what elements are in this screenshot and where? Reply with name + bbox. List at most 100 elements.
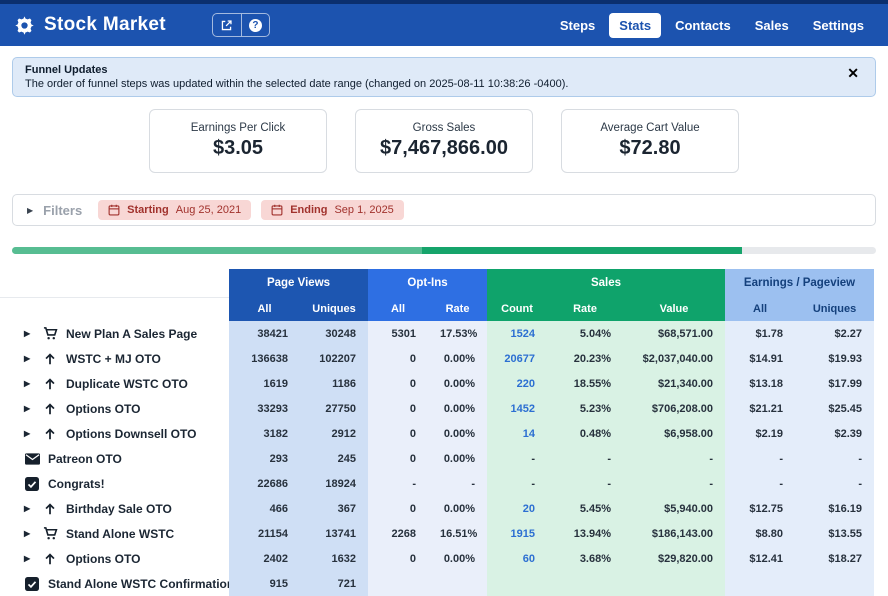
sales-count-link[interactable]: 1524	[487, 321, 548, 346]
sales-count-link[interactable]: 20677	[487, 346, 548, 371]
col-header-pv-uniques: Uniques	[300, 297, 369, 321]
alert-title: Funnel Updates	[25, 64, 108, 76]
chevron-right-icon[interactable]: ▶	[27, 206, 33, 215]
expand-chevron-icon[interactable]: ▶	[24, 329, 34, 338]
funnel-stats-table: Page Views Opt-Ins Sales Earnings / Page…	[0, 269, 875, 596]
funnel-step-cell[interactable]: ▶ WSTC + MJ OTO	[0, 346, 229, 371]
col-header-earn-uniques: Uniques	[795, 297, 875, 321]
earn-all-cell: $2.19	[725, 421, 796, 446]
col-header-opt-all: All	[368, 297, 429, 321]
nav-steps[interactable]: Steps	[550, 13, 605, 38]
group-header-page-views: Page Views	[229, 269, 369, 297]
sales-value-cell: -	[623, 446, 726, 471]
earn-all-cell: $13.18	[725, 371, 796, 396]
opt-all-cell: 2268	[368, 521, 429, 546]
expand-chevron-icon[interactable]: ▶	[24, 529, 34, 538]
arrow-up-icon	[42, 426, 58, 442]
earn-all-cell: -	[725, 446, 796, 471]
sales-count-link[interactable]: 20	[487, 496, 548, 521]
funnel-step-name: Congrats!	[48, 476, 105, 491]
sales-rate-cell: 5.04%	[547, 321, 624, 346]
pv-uniques-cell: 102207	[300, 346, 369, 371]
arrow-up-icon	[42, 351, 58, 367]
pv-uniques-cell: 18924	[300, 471, 369, 496]
pv-all-cell: 22686	[229, 471, 300, 496]
sales-rate-cell: 3.68%	[547, 546, 624, 571]
funnel-step-cell[interactable]: ▶ Stand Alone WSTC	[0, 521, 229, 546]
funnel-step-cell[interactable]: Patreon OTO	[0, 446, 229, 471]
nav-links: Steps Stats Contacts Sales Settings	[550, 12, 874, 38]
opt-rate-cell: -	[428, 471, 488, 496]
expand-chevron-icon[interactable]: ▶	[24, 379, 34, 388]
group-header-earnings-pageview: Earnings / Pageview	[725, 269, 875, 297]
starting-date-badge[interactable]: Starting Aug 25, 2021	[98, 200, 252, 220]
expand-chevron-icon[interactable]: ▶	[24, 504, 34, 513]
expand-chevron-icon[interactable]: ▶	[24, 429, 34, 438]
sales-rate-cell: 20.23%	[547, 346, 624, 371]
funnel-step-cell[interactable]: ▶ Options OTO	[0, 546, 229, 571]
pv-uniques-cell: 30248	[300, 321, 369, 346]
expand-chevron-icon[interactable]: ▶	[24, 354, 34, 363]
table-row: ▶ Birthday Sale OTO 466 367 0 0.00% 20 5…	[0, 496, 875, 521]
stat-value: $72.80	[619, 137, 681, 159]
stat-value: $3.05	[212, 137, 264, 159]
pv-all-cell: 3182	[229, 421, 300, 446]
calendar-icon	[108, 204, 120, 216]
stat-label: Average Cart Value	[600, 122, 700, 134]
table-row: ▶ New Plan A Sales Page 38421 30248 5301…	[0, 321, 875, 346]
alert-body: Funnel Updates The order of funnel steps…	[25, 64, 568, 90]
funnel-step-cell[interactable]: ▶ New Plan A Sales Page	[0, 321, 229, 346]
close-icon[interactable]: ✕	[843, 64, 863, 82]
pv-all-cell: 136638	[229, 346, 300, 371]
col-header-sales-count: Count	[487, 297, 548, 321]
sales-count-link[interactable]: 220	[487, 371, 548, 396]
nav-settings[interactable]: Settings	[803, 13, 874, 38]
opt-rate-cell: 0.00%	[428, 396, 488, 421]
funnel-step-cell[interactable]: Stand Alone WSTC Confirmation	[0, 571, 229, 596]
earn-uniques-cell: $2.27	[795, 321, 875, 346]
arrow-up-icon	[42, 551, 58, 567]
ending-date-badge[interactable]: Ending Sep 1, 2025	[261, 200, 404, 220]
sales-rate-cell: 5.45%	[547, 496, 624, 521]
funnel-step-cell[interactable]: ▶ Options OTO	[0, 396, 229, 421]
opt-rate-cell	[428, 571, 488, 596]
table-row: ▶ Stand Alone WSTC 21154 13741 2268 16.5…	[0, 521, 875, 546]
sales-count-cell: -	[487, 471, 548, 496]
sales-rate-cell	[547, 571, 624, 596]
expand-chevron-icon[interactable]: ▶	[24, 554, 34, 563]
sales-count-link[interactable]: 1915	[487, 521, 548, 546]
sales-rate-cell: 18.55%	[547, 371, 624, 396]
funnel-step-cell[interactable]: ▶ Duplicate WSTC OTO	[0, 371, 229, 396]
funnel-step-cell[interactable]: ▶ Options Downsell OTO	[0, 421, 229, 446]
nav-stats[interactable]: Stats	[609, 12, 662, 38]
funnel-step-cell[interactable]: ▶ Birthday Sale OTO	[0, 496, 229, 521]
funnel-step-name: Options OTO	[66, 551, 141, 566]
funnel-step-name: Options OTO	[66, 401, 141, 416]
help-icon: ?	[248, 18, 262, 32]
arrow-up-icon	[42, 401, 58, 417]
earn-all-cell: $1.78	[725, 321, 796, 346]
sales-count-link[interactable]: 60	[487, 546, 548, 571]
starting-value: Aug 25, 2021	[175, 204, 242, 216]
funnel-step-cell[interactable]: Congrats!	[0, 471, 229, 496]
earn-all-cell	[725, 571, 796, 596]
funnel-updates-alert: Funnel Updates The order of funnel steps…	[12, 57, 876, 97]
top-navbar: Stock Market ? Steps Stats Contacts Sale…	[0, 4, 888, 46]
sales-rate-cell: -	[547, 446, 624, 471]
stat-card-average-cart-value: Average Cart Value $72.80	[561, 109, 739, 173]
expand-chevron-icon[interactable]: ▶	[24, 404, 34, 413]
filters-bar[interactable]: ▶ Filters Starting Aug 25, 2021 Ending S…	[12, 194, 876, 226]
sales-count-link[interactable]: 1452	[487, 396, 548, 421]
help-button[interactable]: ?	[240, 14, 269, 36]
sales-count-link[interactable]: 14	[487, 421, 548, 446]
stat-label: Gross Sales	[412, 122, 476, 134]
pv-uniques-cell: 1632	[300, 546, 369, 571]
sales-value-cell: -	[623, 471, 726, 496]
pv-all-cell: 915	[229, 571, 300, 596]
opt-all-cell: 0	[368, 371, 429, 396]
table-row: Congrats! 22686 18924 - - - - - - -	[0, 471, 875, 496]
table-row: ▶ Options Downsell OTO 3182 2912 0 0.00%…	[0, 421, 875, 446]
nav-contacts[interactable]: Contacts	[665, 13, 741, 38]
external-link-button[interactable]	[213, 14, 241, 36]
nav-sales[interactable]: Sales	[745, 13, 799, 38]
